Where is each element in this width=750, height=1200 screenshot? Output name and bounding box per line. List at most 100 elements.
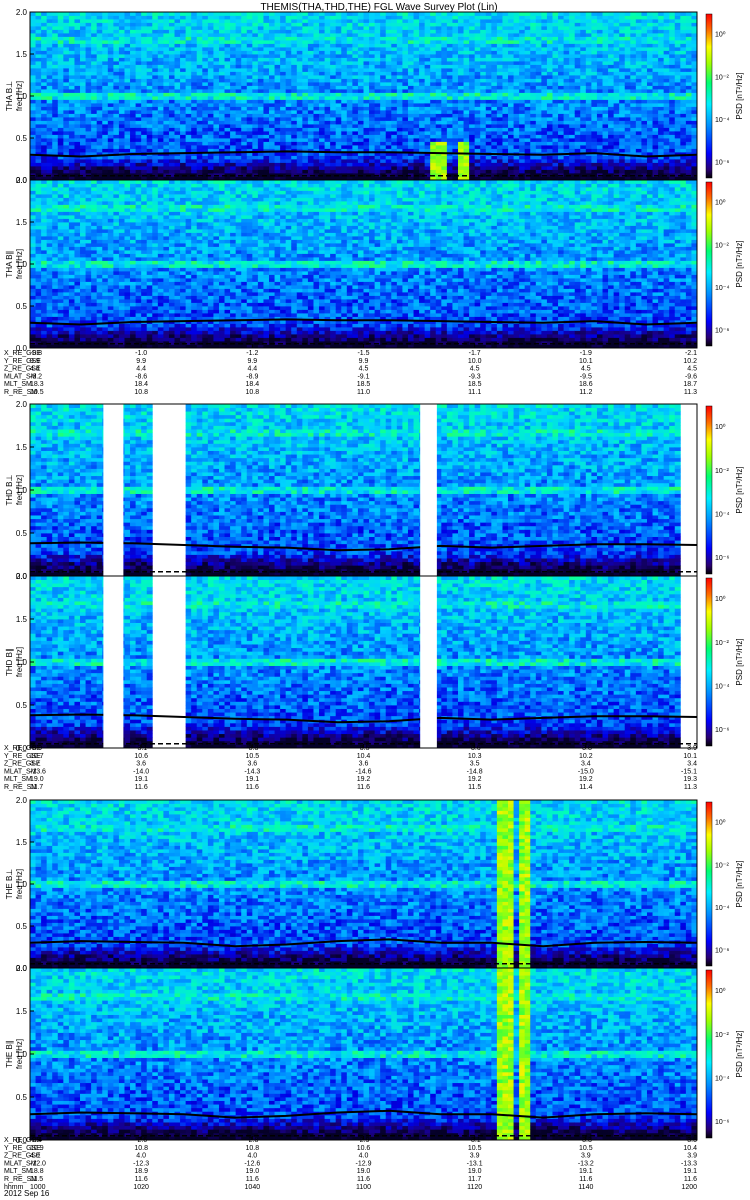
spectrogram-cell xyxy=(197,131,203,135)
spectrogram-cell xyxy=(247,44,253,48)
spectrogram-cell xyxy=(213,142,219,146)
spectrogram-cell xyxy=(36,61,42,65)
spectrogram-cell xyxy=(325,82,331,86)
spectrogram-cell xyxy=(175,37,181,41)
spectrogram-cell xyxy=(97,145,103,149)
spectrogram-cell xyxy=(269,65,275,69)
spectrogram-cell xyxy=(280,33,286,37)
spectrogram-cell xyxy=(141,61,147,65)
spectrogram-cell xyxy=(225,124,231,128)
spectrogram-cell xyxy=(308,30,314,34)
spectrogram-cell xyxy=(108,16,114,20)
spectrogram-cell xyxy=(97,166,103,170)
spectrogram-cell xyxy=(275,61,281,65)
spectrogram-cell xyxy=(341,131,347,135)
spectrogram-cell xyxy=(197,12,203,16)
spectrogram-cell xyxy=(147,40,153,44)
spectrogram-cell xyxy=(113,26,119,30)
spectrogram-cell xyxy=(263,30,269,34)
spectrogram-cell xyxy=(275,103,281,107)
spectrogram-cell xyxy=(336,19,342,23)
spectrogram-cell xyxy=(124,96,130,100)
spectrogram-cell xyxy=(230,170,236,174)
spectrogram-cell xyxy=(30,156,36,160)
spectrogram-cell xyxy=(313,23,319,27)
spectrogram-cell xyxy=(208,110,214,114)
spectrogram-cell xyxy=(313,103,319,107)
spectrogram-cell xyxy=(225,170,231,174)
spectrogram-cell xyxy=(63,65,69,69)
spectrogram-cell xyxy=(141,12,147,16)
spectrogram-cell xyxy=(280,89,286,93)
spectrogram-cell xyxy=(225,86,231,90)
spectrogram-cell xyxy=(319,12,325,16)
spectrogram-cell xyxy=(163,89,169,93)
spectrogram-cell xyxy=(297,142,303,146)
spectrogram-cell xyxy=(80,12,86,16)
spectrogram-cell xyxy=(291,128,297,132)
spectrogram-cell xyxy=(97,16,103,20)
spectrogram-cell xyxy=(119,114,125,118)
spectrogram-cell xyxy=(158,33,164,37)
spectrogram-cell xyxy=(102,117,108,121)
spectrogram-cell xyxy=(180,26,186,30)
spectrogram-cell xyxy=(63,100,69,104)
spectrogram-cell xyxy=(219,110,225,114)
spectrogram-cell xyxy=(102,82,108,86)
spectrogram-cell xyxy=(263,16,269,20)
spectrogram-cell xyxy=(308,82,314,86)
spectrogram-cell xyxy=(213,82,219,86)
spectrogram-cell xyxy=(136,110,142,114)
spectrogram-cell xyxy=(58,121,64,125)
spectrogram-cell xyxy=(80,110,86,114)
spectrogram-cell xyxy=(202,110,208,114)
spectrogram-cell xyxy=(325,12,331,16)
spectrogram-cell xyxy=(225,33,231,37)
spectrogram-cell xyxy=(30,16,36,20)
spectrogram-cell xyxy=(275,145,281,149)
spectrogram-cell xyxy=(136,40,142,44)
spectrogram-cell xyxy=(336,156,342,160)
spectrogram-cell xyxy=(325,170,331,174)
spectrogram-cell xyxy=(230,19,236,23)
spectrogram-cell xyxy=(202,86,208,90)
spectrogram-cell xyxy=(275,33,281,37)
spectrogram-cell xyxy=(102,61,108,65)
spectrogram-cell xyxy=(302,12,308,16)
spectrogram-cell xyxy=(91,100,97,104)
spectrogram-cell xyxy=(291,107,297,111)
spectrogram-cell xyxy=(102,51,108,55)
spectrogram-cell xyxy=(202,124,208,128)
spectrogram-cell xyxy=(124,166,130,170)
spectrogram-cell xyxy=(119,72,125,76)
spectrogram-cell xyxy=(330,156,336,160)
spectrogram-cell xyxy=(313,72,319,76)
spectrogram-cell xyxy=(152,75,158,79)
spectrogram-cell xyxy=(80,131,86,135)
spectrogram-cell xyxy=(36,72,42,76)
spectrogram-cell xyxy=(325,110,331,114)
spectrogram-cell xyxy=(213,131,219,135)
spectrogram-cell xyxy=(41,107,47,111)
spectrogram-cell xyxy=(269,58,275,62)
spectrogram-cell xyxy=(97,159,103,163)
spectrogram-cell xyxy=(297,33,303,37)
spectrogram-cell xyxy=(186,138,192,142)
spectrogram-cell xyxy=(130,107,136,111)
spectrogram-cell xyxy=(36,121,42,125)
spectrogram-cell xyxy=(236,72,242,76)
spectrogram-cell xyxy=(202,33,208,37)
spectrogram-cell xyxy=(141,135,147,139)
spectrogram-cell xyxy=(69,72,75,76)
spectrogram-cell xyxy=(41,12,47,16)
spectrogram-cell xyxy=(152,82,158,86)
spectrogram-cell xyxy=(247,16,253,20)
spectrogram-cell xyxy=(241,26,247,30)
spectrogram-cell xyxy=(108,47,114,51)
spectrogram-cell xyxy=(275,65,281,69)
spectrogram-cell xyxy=(80,68,86,72)
spectrogram-cell xyxy=(52,135,58,139)
spectrogram-cell xyxy=(219,93,225,97)
spectrogram-cell xyxy=(291,89,297,93)
spectrogram-cell xyxy=(286,114,292,118)
